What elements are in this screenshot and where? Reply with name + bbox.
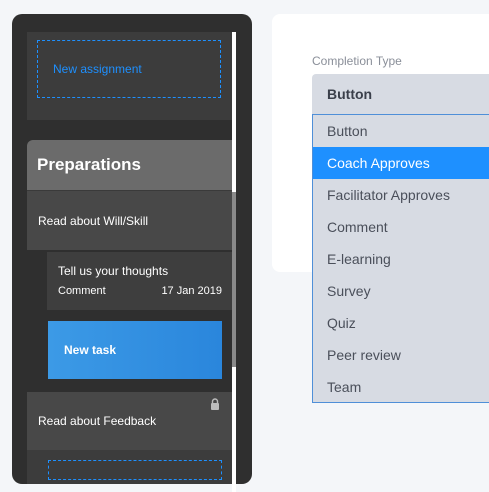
scrollbar-thumb[interactable]: [232, 192, 236, 367]
dropdown-option[interactable]: Peer review: [313, 339, 489, 371]
subtask-title: Tell us your thoughts: [58, 264, 169, 278]
dropdown-option-highlighted[interactable]: Coach Approves: [313, 147, 489, 179]
dropdown-option[interactable]: E-learning: [313, 243, 489, 275]
section-header[interactable]: Preparations: [27, 140, 232, 190]
task-item[interactable]: Read about Will/Skill: [27, 190, 232, 250]
dropdown-option[interactable]: Survey: [313, 275, 489, 307]
completion-type-select[interactable]: Button: [312, 74, 489, 114]
new-assignment-card: New assignment: [27, 32, 232, 120]
new-assignment-label: New assignment: [53, 62, 142, 76]
new-assignment-button[interactable]: New assignment: [37, 40, 221, 98]
sidebar-content: New assignment Preparations Read about W…: [12, 14, 252, 492]
subtask-item[interactable]: Tell us your thoughts Comment 17 Jan 201…: [47, 252, 232, 310]
dropdown-option[interactable]: Comment: [313, 211, 489, 243]
subtask-type: Comment: [58, 285, 106, 297]
completion-type-dropdown: Button Coach Approves Facilitator Approv…: [312, 114, 489, 403]
section-title: Preparations: [37, 155, 141, 174]
selected-value: Button: [327, 86, 373, 102]
lock-icon: [211, 398, 219, 410]
dropdown-option[interactable]: Button: [313, 115, 489, 147]
dropdown-option[interactable]: Facilitator Approves: [313, 179, 489, 211]
completion-type-label: Completion Type: [312, 54, 402, 68]
task-item-locked[interactable]: Read about Feedback: [27, 392, 232, 450]
task-label: Read about Feedback: [38, 414, 157, 428]
task-label: Read about Will/Skill: [38, 213, 149, 228]
new-task-label: New task: [64, 343, 117, 357]
add-task-placeholder[interactable]: [48, 460, 222, 480]
subtask-date: 17 Jan 2019: [161, 285, 222, 297]
dropdown-option[interactable]: Team: [313, 371, 489, 403]
dropdown-option[interactable]: Quiz: [313, 307, 489, 339]
new-task-button[interactable]: New task: [48, 321, 222, 379]
